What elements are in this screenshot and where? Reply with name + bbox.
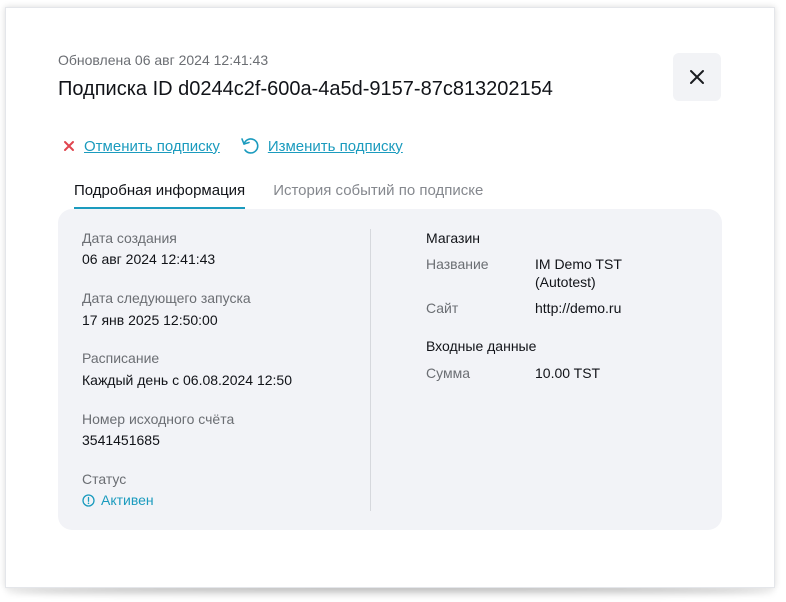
info-circle-icon xyxy=(82,493,95,507)
account-label: Номер исходного счёта xyxy=(82,411,235,427)
status-label: Статус xyxy=(82,471,127,487)
x-icon xyxy=(64,141,74,151)
input-section-title: Входные данные xyxy=(426,338,537,354)
status-badge: Активен xyxy=(82,492,154,508)
tab-details[interactable]: Подробная информация xyxy=(74,182,246,209)
shop-section-title: Магазин xyxy=(426,230,481,246)
shop-site-label: Сайт xyxy=(426,300,459,316)
details-panel: Дата создания 06 авг 2024 12:41:43 Дата … xyxy=(58,209,722,530)
change-subscription-button[interactable]: Изменить подписку xyxy=(240,136,403,156)
tab-bar: Подробная информация История событий по … xyxy=(74,182,511,209)
tab-event-history[interactable]: История событий по подписке xyxy=(273,182,483,209)
status-text: Активен xyxy=(101,492,154,508)
next-run-label: Дата следующего запуска xyxy=(82,290,251,306)
page-title: Подписка ID d0244c2f-600a-4a5d-9157-87c8… xyxy=(58,78,553,100)
amount-label: Сумма xyxy=(426,365,470,381)
close-icon xyxy=(690,70,704,84)
created-value: 06 авг 2024 12:41:43 xyxy=(82,251,216,267)
updated-timestamp: Обновлена 06 авг 2024 12:41:43 xyxy=(58,52,269,68)
cancel-subscription-link[interactable]: Отменить подписку xyxy=(84,138,220,155)
column-divider xyxy=(370,229,371,511)
subscription-dialog: Обновлена 06 авг 2024 12:41:43 Подписка … xyxy=(5,7,775,588)
schedule-value: Каждый день с 06.08.2024 12:50 xyxy=(82,372,292,388)
created-label: Дата создания xyxy=(82,230,177,246)
change-subscription-link[interactable]: Изменить подписку xyxy=(268,138,403,155)
schedule-label: Расписание xyxy=(82,350,160,366)
close-button[interactable] xyxy=(673,53,721,101)
account-value: 3541451685 xyxy=(82,432,160,448)
amount-value: 10.00 TST xyxy=(535,365,601,381)
refresh-icon xyxy=(241,138,259,154)
cancel-subscription-button[interactable]: Отменить подписку xyxy=(62,138,220,155)
action-bar: Отменить подписку Изменить подписку xyxy=(62,136,403,156)
next-run-value: 17 янв 2025 12:50:00 xyxy=(82,312,218,328)
shop-site-value: http://demo.ru xyxy=(535,300,622,316)
shop-name-label: Название xyxy=(426,256,489,272)
shop-name-value: IM Demo TST (Autotest) xyxy=(535,256,622,290)
